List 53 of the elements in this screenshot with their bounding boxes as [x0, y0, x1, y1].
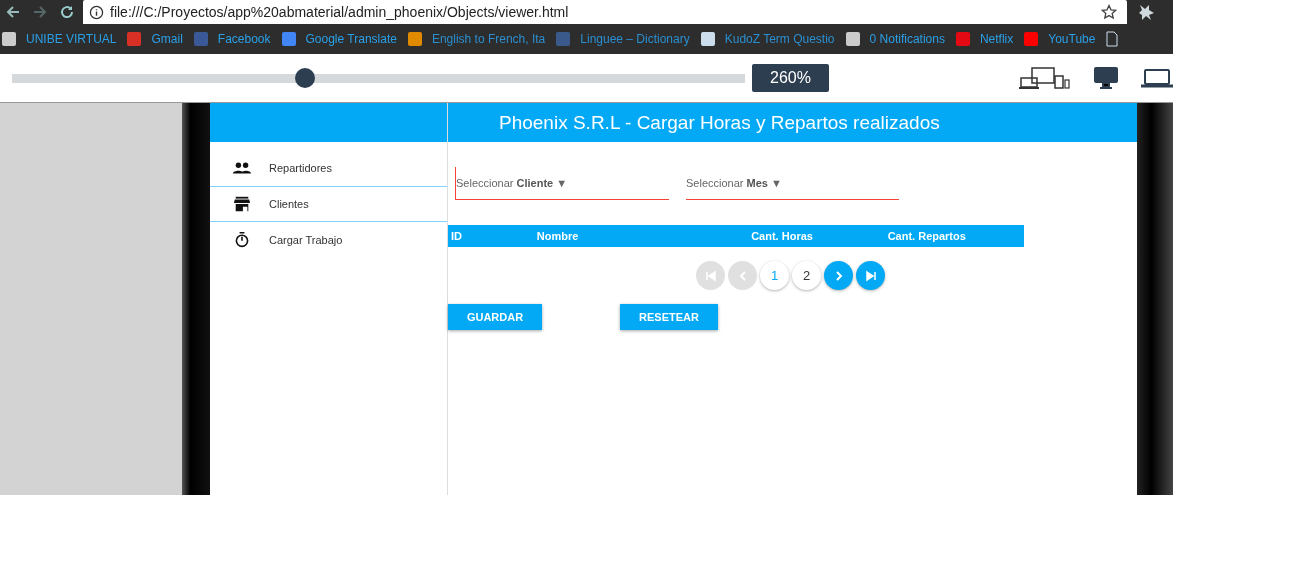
- bookmark-icon: [407, 32, 422, 46]
- save-button[interactable]: GUARDAR: [448, 304, 542, 330]
- sidebar-item[interactable]: Clientes: [210, 186, 447, 222]
- bookmark-icon: [2, 32, 16, 46]
- laptop-icon[interactable]: [1141, 68, 1173, 88]
- bookmark-icon: [1024, 32, 1039, 46]
- back-icon[interactable]: [5, 4, 21, 20]
- bookmark[interactable]: Google Translate: [281, 32, 397, 46]
- last-page-icon: [864, 269, 877, 282]
- column-header: Cant. Horas: [750, 230, 814, 242]
- app-title: Phoenix S.R.L - Cargar Horas y Repartos realizados: [499, 111, 940, 134]
- slider-thumb[interactable]: [295, 68, 316, 88]
- bookmark-icon: [281, 32, 296, 46]
- store-icon: [233, 196, 251, 212]
- bookmark-icon: [955, 32, 970, 46]
- select-dropdown[interactable]: Seleccionar Cliente ▼: [455, 167, 669, 200]
- bookmark-icon: [845, 32, 860, 46]
- bookmark-icon: [193, 32, 208, 46]
- bookmark[interactable]: Gmail: [127, 32, 183, 46]
- reload-icon[interactable]: [59, 4, 75, 20]
- page-button[interactable]: 2: [792, 261, 821, 290]
- address-bar[interactable]: file:///C:/Proyectos/app%20abmaterial/admin_phoenix/Objects/viewer.html: [83, 0, 1127, 24]
- url-text: file:///C:/Proyectos/app%20abmaterial/admin_phoenix/Objects/viewer.html: [110, 4, 570, 20]
- bookmark[interactable]: Linguee – Dictionary: [556, 32, 690, 46]
- multi-device-icon[interactable]: [1019, 66, 1071, 90]
- bookmark[interactable]: YouTube: [1024, 32, 1096, 46]
- zoom-reading: 260%: [752, 64, 829, 92]
- reset-button[interactable]: RESETEAR: [620, 304, 718, 330]
- column-header: Nombre: [535, 230, 580, 242]
- bookmark[interactable]: English to French, Ita: [407, 32, 546, 46]
- info-icon: [89, 4, 104, 20]
- column-header: ID: [450, 230, 463, 242]
- bookmark[interactable]: Facebook: [193, 32, 271, 46]
- first-page-icon: [704, 269, 717, 282]
- page-button[interactable]: 1: [760, 261, 789, 290]
- bookmark-icon: [127, 32, 142, 46]
- select-dropdown[interactable]: Seleccionar Mes ▼: [686, 167, 899, 200]
- people-icon: [233, 160, 251, 176]
- next-page-button[interactable]: [824, 261, 853, 290]
- star-icon[interactable]: [1101, 4, 1117, 20]
- bookmark[interactable]: KudoZ Term Questio: [700, 32, 835, 46]
- column-header: Cant. Repartos: [886, 230, 967, 242]
- bookmark[interactable]: Netflix: [955, 32, 1014, 46]
- page-icon[interactable]: [1106, 31, 1119, 47]
- desktop-icon[interactable]: [1093, 66, 1119, 90]
- bookmark[interactable]: UNIBE VIRTUAL: [2, 32, 117, 46]
- last-page-button[interactable]: [856, 261, 885, 290]
- bookmark-icon: [700, 32, 715, 46]
- stopwatch-icon: [233, 232, 251, 248]
- bookmark[interactable]: 0 Notifications: [845, 32, 945, 46]
- sidebar-item[interactable]: Cargar Trabajo: [210, 222, 447, 258]
- sidebar-item[interactable]: Repartidores: [210, 150, 447, 186]
- bookmark-icon: [556, 32, 571, 46]
